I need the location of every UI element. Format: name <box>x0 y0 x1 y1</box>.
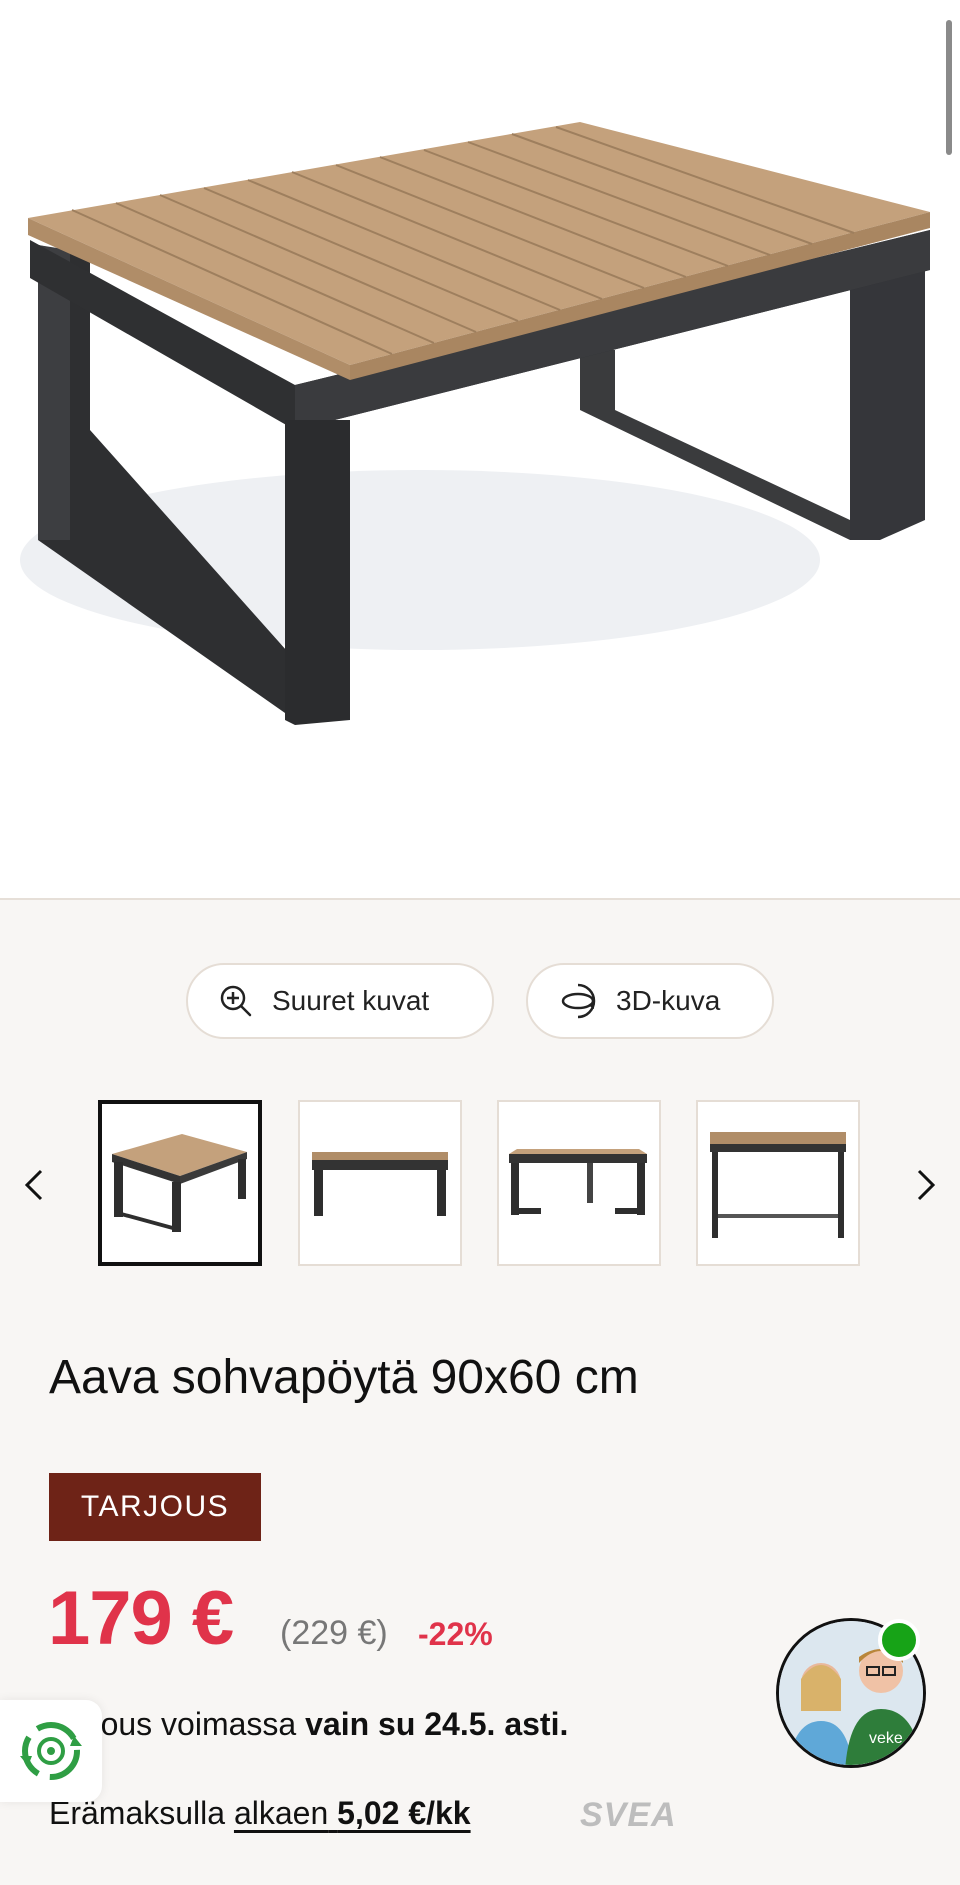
current-price: 179 € <box>48 1576 234 1661</box>
view-3d-label: 3D-kuva <box>616 985 721 1016</box>
online-indicator <box>878 1619 920 1661</box>
tshirt-text: veke <box>869 1730 903 1747</box>
original-price: (229 €) <box>280 1614 388 1652</box>
svea-logo: SVEA <box>580 1796 677 1834</box>
discount-percent: -22% <box>418 1616 493 1652</box>
recycle-icon <box>20 1722 82 1780</box>
recycle-widget[interactable] <box>0 1700 102 1802</box>
rotate-3d-icon <box>561 983 596 1019</box>
financing-amount: 5,02 €/kk <box>337 1795 471 1831</box>
financing-link-text: alkaen <box>233 1795 329 1831</box>
zoom-images-label: Suuret kuvat <box>272 985 430 1016</box>
previous-image-button[interactable] <box>14 1160 54 1210</box>
product-title: Aava sohvapöytä 90x60 cm <box>49 1351 639 1404</box>
offer-end-date: vain su 24.5. asti. <box>305 1706 569 1742</box>
next-image-button[interactable] <box>906 1160 946 1210</box>
zoom-in-icon <box>220 985 252 1017</box>
financing-link[interactable]: alkaen 5,02 €/kk <box>234 1795 471 1831</box>
thumbnail-2[interactable] <box>298 1100 462 1266</box>
offer-validity: Tarjous voimassa vain su 24.5. asti. <box>49 1706 568 1743</box>
zoom-images-button[interactable]: Suuret kuvat <box>186 963 494 1039</box>
view-3d-button[interactable]: 3D-kuva <box>526 963 774 1039</box>
sale-badge: TARJOUS <box>49 1473 261 1541</box>
product-image[interactable] <box>0 0 960 900</box>
chevron-left-icon <box>24 1169 43 1201</box>
scrollbar[interactable] <box>946 20 952 155</box>
thumbnail-3[interactable] <box>497 1100 661 1266</box>
chevron-right-icon <box>917 1169 936 1201</box>
thumbnail-1[interactable] <box>98 1100 262 1266</box>
thumbnail-4[interactable] <box>696 1100 860 1266</box>
financing-info: Erämaksulla alkaen 5,02 €/kk <box>49 1795 471 1832</box>
